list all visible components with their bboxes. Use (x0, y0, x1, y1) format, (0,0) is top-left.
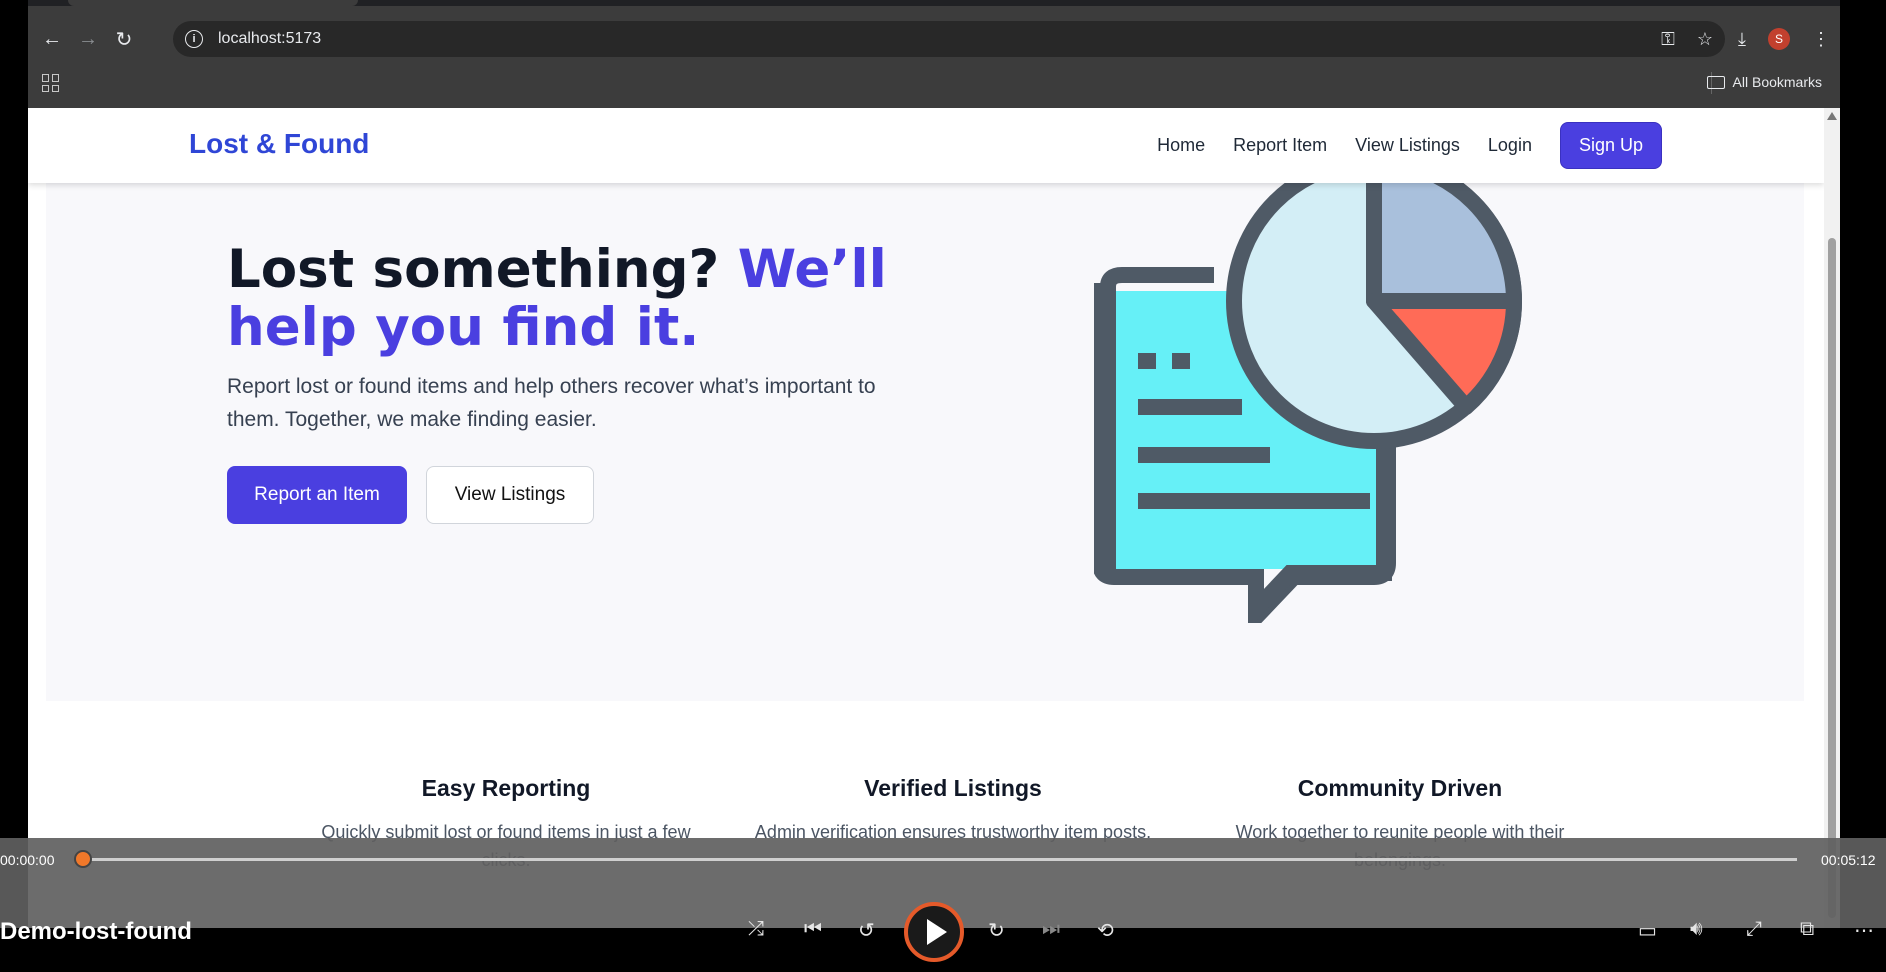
time-current: 00:00:00 (0, 852, 55, 868)
time-total: 00:05:12 (1821, 852, 1876, 868)
url-text[interactable]: localhost:5173 (218, 30, 321, 48)
all-bookmarks-label: All Bookmarks (1732, 74, 1822, 90)
shuffle-icon[interactable]: ⤮ (748, 918, 764, 941)
chat-chart-illustration (1094, 183, 1523, 623)
browser-chrome: ← → ↻ i localhost:5173 ⚿ ☆ ⤓ S ⋮ All Boo… (28, 0, 1840, 108)
report-item-button[interactable]: Report an Item (227, 466, 407, 524)
browser-toolbar: ← → ↻ i localhost:5173 ⚿ ☆ ⤓ S ⋮ (28, 18, 1840, 60)
screen: ← → ↻ i localhost:5173 ⚿ ☆ ⤓ S ⋮ All Boo… (0, 0, 1886, 972)
play-button[interactable] (904, 902, 964, 962)
key-icon[interactable]: ⚿ (1661, 29, 1675, 50)
toolbar-actions: ⤓ S ⋮ (1738, 21, 1830, 57)
page-viewport: Lost & Found Home Report Item View Listi… (28, 108, 1824, 928)
bookmarks-bar: All Bookmarks (28, 66, 1840, 100)
feature-title: Easy Reporting (421, 775, 591, 801)
apps-grid-icon[interactable] (42, 74, 60, 92)
forward-icon[interactable]: → (70, 21, 106, 57)
seek-knob[interactable] (74, 850, 92, 868)
rewind-10-icon[interactable]: ↺ (858, 918, 875, 943)
nav-login[interactable]: Login (1488, 135, 1532, 156)
nav-report-item[interactable]: Report Item (1233, 135, 1327, 156)
nav-view-listings[interactable]: View Listings (1355, 135, 1460, 156)
site-info-icon[interactable]: i (185, 30, 203, 48)
feature-title: Verified Listings (864, 775, 1042, 801)
signup-button[interactable]: Sign Up (1559, 122, 1662, 169)
forward-30-icon[interactable]: ↻ (988, 918, 1005, 943)
more-options-icon[interactable]: ⋯ (1854, 918, 1874, 943)
view-listings-button[interactable]: View Listings (426, 466, 594, 524)
site-navbar: Lost & Found Home Report Item View Listi… (28, 108, 1824, 183)
seek-bar[interactable] (83, 858, 1797, 861)
video-title: Demo-lost-found (0, 918, 192, 945)
fullscreen-icon[interactable]: ⤢ (1746, 918, 1762, 941)
feature-title: Community Driven (1297, 775, 1503, 801)
hero-headline: Lost something? We’ll help you find it. (227, 241, 987, 357)
tab-edge[interactable] (68, 0, 358, 6)
repeat-icon[interactable]: ⟲ (1097, 918, 1114, 943)
brand-logo[interactable]: Lost & Found (189, 128, 369, 160)
tab-strip (28, 0, 1840, 6)
menu-dots-icon[interactable]: ⋮ (1812, 29, 1830, 50)
address-bar[interactable]: i localhost:5173 ⚿ ☆ (173, 21, 1725, 57)
page-scrollbar[interactable] (1824, 108, 1840, 928)
nav-home[interactable]: Home (1157, 135, 1205, 156)
hero-section: Lost something? We’ll help you find it. … (46, 183, 1804, 701)
download-icon[interactable]: ⤓ (1738, 29, 1746, 50)
headline-plain: Lost something? (227, 239, 738, 300)
next-icon[interactable]: ⏭ (1042, 918, 1060, 941)
nav-links: Home Report Item View Listings Login Sig… (1129, 122, 1662, 169)
scroll-up-icon[interactable] (1827, 112, 1837, 120)
hero-subtext: Report lost or found items and help othe… (227, 375, 876, 431)
previous-icon[interactable]: ⏮ (804, 918, 822, 941)
captions-icon[interactable]: ▭ (1638, 918, 1657, 943)
folder-icon (1706, 75, 1725, 89)
profile-avatar[interactable]: S (1768, 28, 1790, 50)
back-icon[interactable]: ← (34, 21, 70, 57)
volume-icon[interactable]: 🔊︎ (1690, 918, 1703, 941)
feature-verified-listings: Verified Listings Admin verification ens… (753, 775, 1153, 846)
star-icon[interactable]: ☆ (1697, 29, 1713, 50)
all-bookmarks[interactable]: All Bookmarks (1706, 74, 1822, 90)
scrollbar-thumb[interactable] (1828, 238, 1836, 918)
miniplayer-icon[interactable]: ⧉ (1800, 918, 1814, 941)
reload-icon[interactable]: ↻ (106, 21, 142, 57)
